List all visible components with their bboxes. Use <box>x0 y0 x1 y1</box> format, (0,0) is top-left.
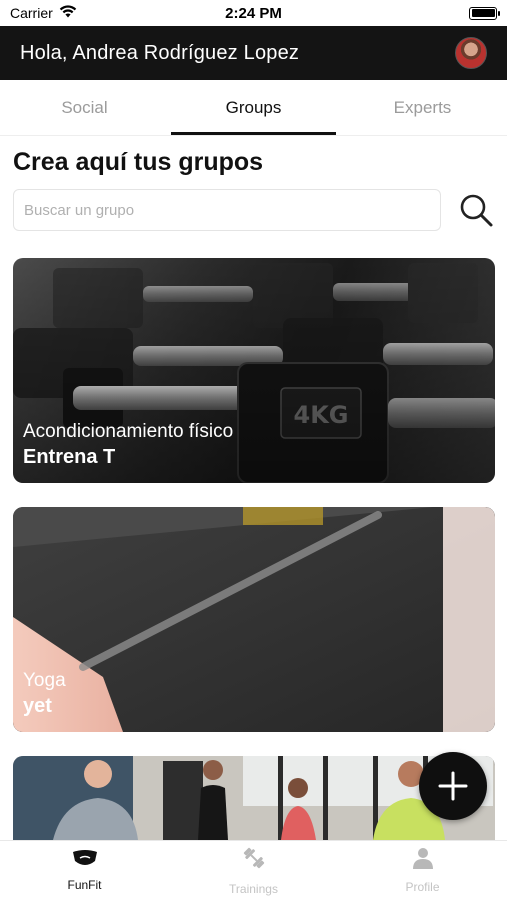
tab-groups[interactable]: Groups <box>169 80 338 135</box>
status-bar: Carrier 2:24 PM <box>0 0 507 26</box>
group-name: Entrena T <box>23 446 116 468</box>
mask-icon <box>72 849 98 872</box>
plus-icon <box>438 771 468 801</box>
nav-label-funfit: FunFit <box>67 878 102 892</box>
nav-item-funfit[interactable]: FunFit <box>0 841 169 900</box>
search-icon[interactable] <box>457 191 495 229</box>
app-header: Hola, Andrea Rodríguez Lopez <box>0 26 507 80</box>
group-category: Acondicionamiento físico <box>23 421 234 442</box>
group-card-text: Acondicionamiento físico Entrena T <box>23 421 233 469</box>
wifi-icon <box>59 5 77 21</box>
group-name: yet <box>23 695 52 717</box>
nav-label-profile: Profile <box>405 880 440 894</box>
group-card-yet[interactable]: Yoga yet <box>13 507 495 732</box>
nav-label-trainings: Trainings <box>229 882 278 896</box>
nav-item-trainings[interactable]: Trainings <box>169 841 338 900</box>
status-left: Carrier <box>10 5 77 21</box>
tab-social[interactable]: Social <box>0 80 169 135</box>
tab-experts[interactable]: Experts <box>338 80 507 135</box>
dumbbell-icon <box>241 845 267 876</box>
search-input[interactable] <box>13 189 441 231</box>
section-title: Crea aquí tus grupos <box>13 148 264 176</box>
person-icon <box>412 847 434 874</box>
tab-bar: Social Groups Experts <box>0 80 507 136</box>
greeting-title: Hola, Andrea Rodríguez Lopez <box>20 41 300 64</box>
user-avatar[interactable] <box>455 37 487 69</box>
bottom-nav: FunFit Trainings Profile <box>0 840 507 900</box>
carrier-label: Carrier <box>10 5 53 21</box>
nav-item-profile[interactable]: Profile <box>338 841 507 900</box>
yoga-image <box>13 507 495 732</box>
battery-level <box>471 9 495 17</box>
battery-icon <box>469 6 500 20</box>
add-group-button[interactable] <box>419 752 487 820</box>
group-card-text: Yoga yet <box>23 670 66 718</box>
search-row <box>13 189 495 231</box>
group-card-entrena-t[interactable]: 4KG Acondicionamiento físico Entrena T <box>13 258 495 483</box>
group-category: Yoga <box>23 670 66 691</box>
